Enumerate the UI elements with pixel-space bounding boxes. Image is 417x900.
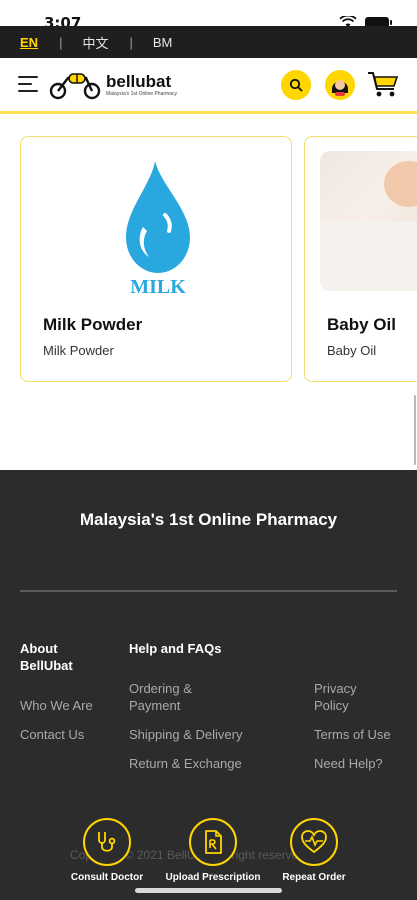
account-button[interactable] <box>325 70 355 100</box>
product-title: Milk Powder <box>43 315 143 334</box>
footer-link-privacy-policy[interactable]: Privacy Policy <box>314 680 384 714</box>
logo-wordmark: bellubat <box>106 72 172 91</box>
home-indicator[interactable] <box>135 888 282 893</box>
search-button[interactable] <box>281 70 311 100</box>
product-card-milk-powder[interactable]: MILK Milk Powder Milk Powder <box>20 136 292 382</box>
lang-en[interactable]: EN <box>20 35 38 50</box>
lang-zh[interactable]: 中文 <box>82 33 108 52</box>
consult-doctor-label: Consult Doctor <box>70 872 144 883</box>
logo-tagline: Malaysia's 1st Online Pharmacy <box>106 91 177 97</box>
upload-prescription-button[interactable]: Upload Prescription <box>158 818 268 888</box>
lang-separator: | <box>129 34 133 50</box>
logo[interactable]: bellubat Malaysia's 1st Online Pharmacy <box>48 70 177 102</box>
avatar-icon <box>332 80 348 96</box>
prescription-icon <box>205 830 222 854</box>
search-icon <box>289 78 303 92</box>
product-card-baby-oil[interactable]: Baby Oil Baby Oil <box>304 136 417 382</box>
milk-drop-icon: MILK <box>126 161 190 295</box>
footer-link-return-exchange[interactable]: Return & Exchange <box>129 755 242 772</box>
upload-prescription-label: Upload Prescription <box>165 872 261 883</box>
cart-icon <box>368 72 399 97</box>
menu-icon[interactable] <box>18 76 38 92</box>
scroll-indicator[interactable] <box>414 395 416 465</box>
svg-text:MILK: MILK <box>130 276 186 295</box>
footer-help-heading: Help and FAQs <box>129 641 222 656</box>
product-subtitle: Baby Oil <box>327 343 377 358</box>
repeat-order-button[interactable]: Repeat Order <box>259 818 369 888</box>
header: bellubat Malaysia's 1st Online Pharmacy <box>0 58 417 114</box>
consult-doctor-button[interactable]: Consult Doctor <box>52 818 162 888</box>
product-subtitle: Milk Powder <box>43 343 114 358</box>
stethoscope-icon <box>98 832 116 852</box>
footer-link-contact-us[interactable]: Contact Us <box>20 726 84 743</box>
footer-link-need-help[interactable]: Need Help? <box>314 755 383 772</box>
footer-link-who-we-are[interactable]: Who We Are <box>20 697 93 714</box>
footer-link-terms-of-use[interactable]: Terms of Use <box>314 726 391 743</box>
heart-pulse-icon <box>301 830 327 854</box>
footer-tagline: Malaysia's 1st Online Pharmacy <box>79 510 338 529</box>
footer-about-heading: About BellUbat <box>20 641 73 673</box>
product-title: Baby Oil <box>327 315 396 334</box>
repeat-order-label: Repeat Order <box>282 872 346 883</box>
footer-link-ordering-payment[interactable]: Ordering & Payment <box>129 680 229 714</box>
language-bar: EN | 中文 | BM <box>0 26 417 58</box>
logo-mark-icon <box>49 73 101 100</box>
status-bar: 3:07 <box>0 0 417 32</box>
screen: 3:07 EN | 中文 | BM bellubat Malaysia's 1s… <box>0 0 417 900</box>
footer-link-shipping-delivery[interactable]: Shipping & Delivery <box>129 726 242 743</box>
footer-divider <box>20 590 397 592</box>
lang-bm[interactable]: BM <box>153 35 173 50</box>
footer: Malaysia's 1st Online Pharmacy About Bel… <box>0 470 417 900</box>
cart-button[interactable] <box>367 70 399 98</box>
lang-separator: | <box>59 34 63 50</box>
baby-oil-image <box>320 151 417 291</box>
